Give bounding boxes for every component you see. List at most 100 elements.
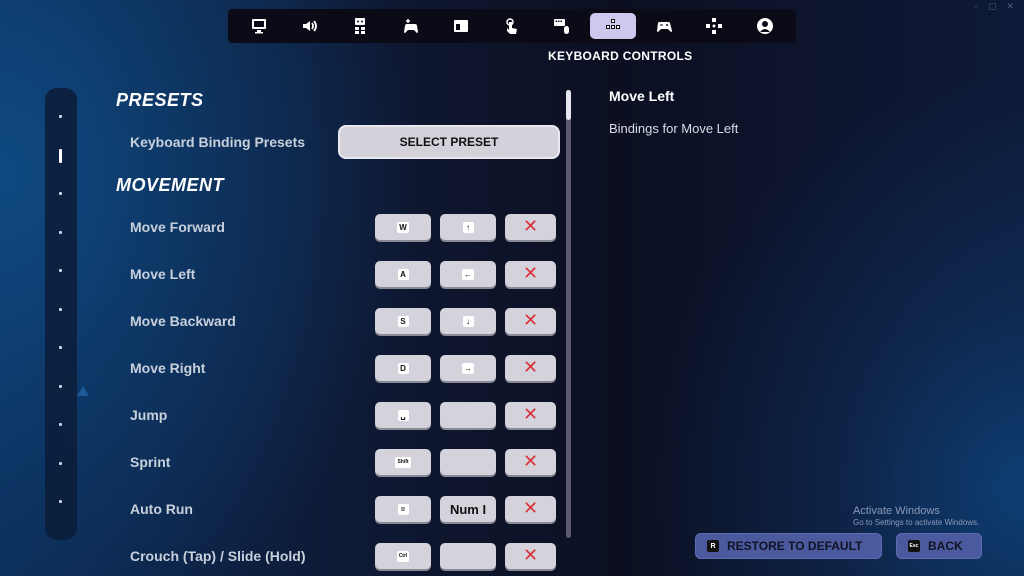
close-x-icon: ✕ — [522, 404, 539, 425]
keycap-icon: W — [397, 221, 409, 233]
secondary-binding-move-backward[interactable]: ↓ — [440, 308, 496, 334]
binding-label-move-forward: Move Forward — [130, 219, 225, 235]
controller-touch-icon — [402, 17, 420, 35]
arrow-keycap-icon: ← — [462, 268, 474, 280]
keyboard-mouse-icon — [553, 17, 571, 35]
primary-binding-jump[interactable]: ␣ — [375, 402, 431, 428]
secondary-binding-auto-run[interactable]: Num I — [440, 496, 496, 522]
presets-heading: PRESETS — [116, 90, 204, 110]
back-label: BACK — [928, 539, 963, 553]
minimize-button[interactable]: – — [973, 2, 978, 12]
rail-triangle-decoration — [77, 386, 89, 396]
accessibility-icon — [351, 17, 369, 35]
tab-input[interactable] — [388, 13, 434, 39]
binding-label-crouch-tap-slide-hold: Crouch (Tap) / Slide (Hold) — [130, 548, 306, 564]
clear-binding-sprint[interactable]: ✕ — [505, 449, 556, 475]
close-x-icon: ✕ — [522, 216, 539, 237]
tab-keyboard-controls[interactable] — [589, 13, 636, 39]
close-x-icon: ✕ — [522, 357, 539, 378]
close-x-icon: ✕ — [522, 451, 539, 472]
watermark-title: Activate Windows — [853, 505, 940, 517]
account-icon — [756, 17, 774, 35]
list-scrollbar[interactable] — [566, 90, 571, 538]
binding-label-move-backward: Move Backward — [130, 313, 236, 329]
rail-section-5[interactable] — [59, 269, 62, 272]
tab-touch[interactable] — [489, 13, 535, 39]
clear-binding-crouch-tap-slide-hold[interactable]: ✕ — [505, 543, 556, 569]
select-preset-button[interactable]: SELECT PRESET — [338, 125, 560, 159]
esc-key-icon: Esc — [908, 540, 920, 552]
primary-binding-move-forward[interactable]: W — [375, 214, 431, 240]
primary-binding-move-backward[interactable]: S — [375, 308, 431, 334]
close-x-icon: ✕ — [522, 263, 539, 284]
arrow-keycap-icon: ↑ — [462, 221, 474, 233]
rail-section-11[interactable] — [59, 500, 62, 503]
restore-label: RESTORE TO DEFAULT — [727, 539, 863, 553]
tab-account[interactable] — [742, 13, 788, 39]
rail-section-8[interactable] — [59, 384, 62, 388]
primary-binding-move-right[interactable]: D — [375, 355, 431, 381]
binding-label-jump: Jump — [130, 407, 168, 423]
primary-binding-crouch-tap-slide-hold[interactable]: Ctrl — [375, 543, 431, 569]
rail-section-6[interactable] — [59, 307, 62, 311]
clear-binding-move-forward[interactable]: ✕ — [505, 214, 556, 240]
tab-audio[interactable] — [287, 13, 333, 39]
rail-section-10[interactable] — [59, 461, 62, 465]
secondary-binding-jump[interactable] — [440, 402, 496, 428]
rail-section-1[interactable] — [59, 115, 62, 118]
clear-binding-auto-run[interactable]: ✕ — [505, 496, 556, 522]
speaker-icon — [301, 17, 319, 35]
secondary-binding-sprint[interactable] — [440, 449, 496, 475]
primary-binding-move-left[interactable]: A — [375, 261, 431, 287]
tab-controller[interactable] — [641, 13, 687, 39]
watermark-subtitle: Go to Settings to activate Windows. — [853, 518, 980, 527]
window-icon — [452, 17, 470, 35]
rail-section-9[interactable] — [59, 423, 62, 426]
touch-icon — [503, 17, 521, 35]
scrollbar-thumb[interactable] — [566, 90, 571, 120]
clear-binding-jump[interactable]: ✕ — [505, 402, 556, 428]
secondary-binding-move-right[interactable]: → — [440, 355, 496, 381]
secondary-binding-move-left[interactable]: ← — [440, 261, 496, 287]
bindings-list: PRESETS Keyboard Binding Presets SELECT … — [110, 86, 570, 576]
tab-controller-bindings[interactable] — [691, 13, 737, 39]
clear-binding-move-left[interactable]: ✕ — [505, 261, 556, 287]
settings-tab-bar — [228, 9, 796, 43]
keycap-icon: S — [397, 315, 409, 327]
tab-display[interactable] — [236, 13, 282, 39]
keycap-icon: = — [397, 503, 409, 515]
monitor-icon — [250, 17, 268, 35]
section-rail — [45, 88, 89, 540]
back-button[interactable]: Esc BACK — [896, 533, 982, 559]
tab-accessibility[interactable] — [337, 13, 383, 39]
keyboard-binding-presets-label: Keyboard Binding Presets — [130, 134, 306, 150]
detail-title: Move Left — [609, 88, 675, 104]
rail-section-2[interactable] — [59, 148, 62, 163]
restore-to-default-button[interactable]: R RESTORE TO DEFAULT — [695, 533, 882, 559]
primary-binding-sprint[interactable]: Shift — [375, 449, 431, 475]
r-key-icon: R — [707, 540, 719, 552]
rail-section-3[interactable] — [59, 192, 62, 195]
keycap-icon: ␣ — [397, 409, 409, 421]
tab-game-ui[interactable] — [438, 13, 484, 39]
arrow-keycap-icon: → — [462, 362, 474, 374]
primary-binding-auto-run[interactable]: = — [375, 496, 431, 522]
dpad-icon — [705, 17, 723, 35]
secondary-binding-crouch-tap-slide-hold[interactable] — [440, 543, 496, 569]
activate-windows-watermark: Activate Windows Go to Settings to activ… — [853, 505, 979, 527]
close-x-icon: ✕ — [522, 310, 539, 331]
binding-key-text: Num I — [449, 501, 487, 517]
binding-label-move-right: Move Right — [130, 360, 206, 376]
close-button[interactable]: ✕ — [1006, 2, 1014, 12]
arrow-keycap-icon: ↓ — [462, 315, 474, 327]
clear-binding-move-backward[interactable]: ✕ — [505, 308, 556, 334]
tab-mouse-keyboard[interactable] — [539, 13, 585, 39]
rail-section-4[interactable] — [59, 230, 62, 234]
window-controls: – ▢ ✕ — [973, 2, 1014, 12]
rail-section-7[interactable] — [59, 346, 62, 349]
secondary-binding-move-forward[interactable]: ↑ — [440, 214, 496, 240]
binding-label-sprint: Sprint — [130, 454, 171, 470]
clear-binding-move-right[interactable]: ✕ — [505, 355, 556, 381]
maximize-button[interactable]: ▢ — [988, 2, 997, 12]
keyboard-keys-icon — [604, 17, 622, 35]
